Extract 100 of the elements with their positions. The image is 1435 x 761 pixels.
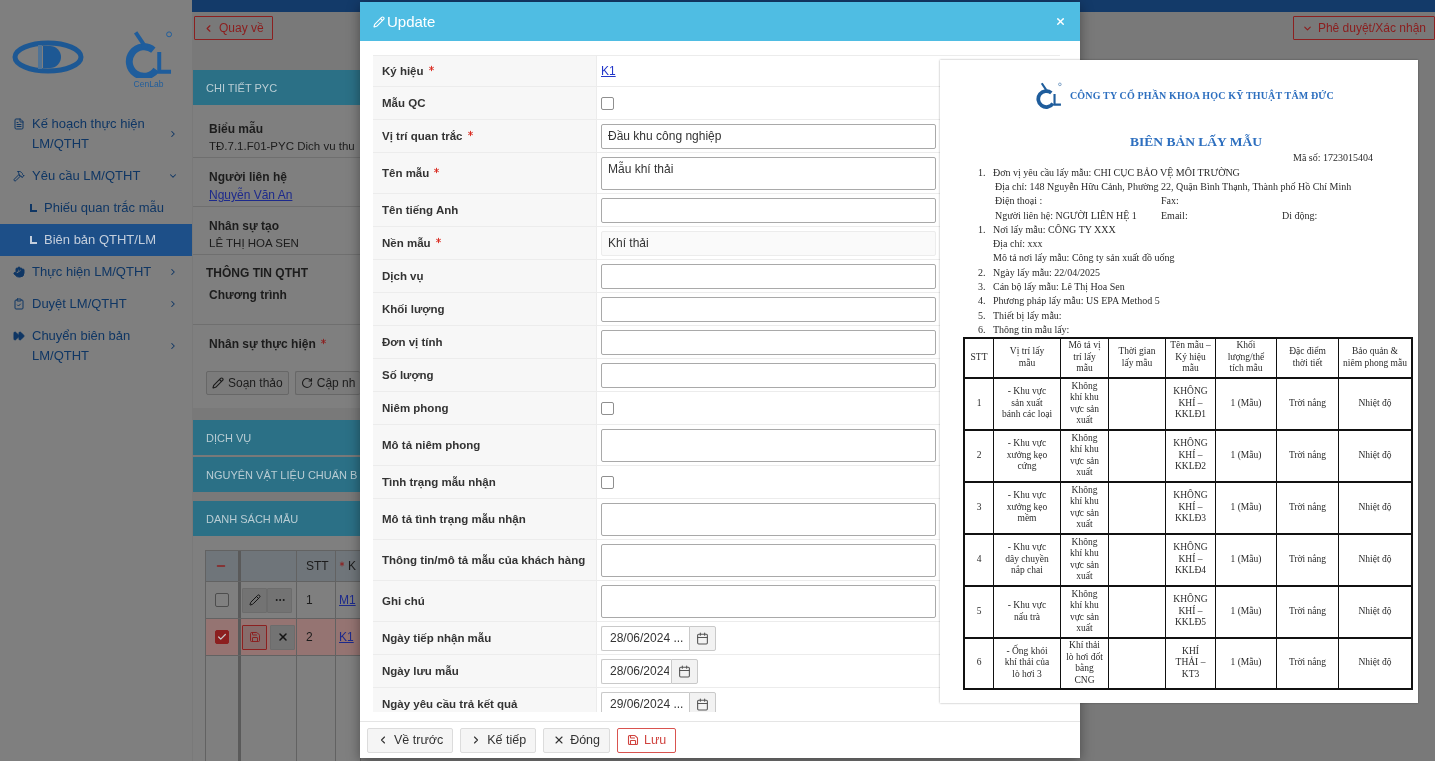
prev-button[interactable]: Về trước	[367, 727, 454, 753]
column-header: Tên mẫu – Ký hiệu mẫu	[1170, 340, 1211, 375]
hammer-icon	[13, 170, 25, 182]
menu-item[interactable]: Biên bản QTHT/LM	[0, 224, 192, 256]
menu-item[interactable]: Phiếu quan trắc mẫu	[0, 192, 192, 224]
section-header[interactable]: DANH SÁCH MẪU	[193, 501, 360, 536]
text-area[interactable]	[601, 429, 936, 462]
close-icon	[1054, 16, 1066, 27]
dialog-title: Update	[387, 12, 436, 31]
table-cell: Trời nắng	[1288, 501, 1327, 514]
document-code: Mã số: 1723015404	[1293, 151, 1374, 165]
checkbox[interactable]	[601, 96, 614, 110]
table-cell: Khí thải lò hơi đốt bằng CNG	[1066, 640, 1103, 687]
text-field[interactable]	[601, 197, 936, 223]
asterisk-icon	[433, 235, 443, 245]
save-button[interactable]	[242, 624, 267, 650]
calendar-button[interactable]	[689, 625, 716, 651]
approve-button[interactable]: Phê duyệt/Xác nhận	[1292, 16, 1435, 40]
text-field[interactable]	[601, 296, 936, 322]
text-area[interactable]	[601, 585, 936, 618]
checkbox[interactable]	[215, 630, 229, 644]
asterisk-icon	[318, 336, 328, 346]
menu-item[interactable]: Kế hoạch thực hiện LM/QTHT	[0, 108, 192, 160]
back-button[interactable]: Quay về	[194, 16, 273, 40]
date-field[interactable]: 28/06/2024 ...	[601, 625, 689, 651]
update-button[interactable]: Cập nh	[294, 371, 361, 395]
cancel-button[interactable]	[270, 624, 295, 650]
field-value: LÊ THỊ HOA SEN	[209, 236, 300, 251]
field-label: Mô tả tình trạng mẫu nhận	[382, 513, 526, 525]
menu-item[interactable]: Duyệt LM/QTHT	[0, 288, 192, 320]
list-number: 6.	[978, 323, 987, 335]
text-field[interactable]: Khí thải	[601, 230, 936, 256]
column-header: K	[348, 559, 356, 573]
detail-text: Địa chỉ: xxx	[993, 238, 1044, 250]
section-header[interactable]: CHI TIẾT PYC	[193, 70, 360, 105]
pencil-icon	[373, 15, 385, 28]
calendar-button[interactable]	[689, 691, 716, 712]
table-cell: 1 (Mẫu)	[1230, 449, 1262, 462]
save-button[interactable]: Lưu	[617, 727, 677, 753]
link[interactable]: K1	[601, 64, 616, 78]
table-cell: 3	[976, 501, 982, 514]
text-field[interactable]	[601, 329, 936, 355]
column-header: Thời gian lấy mẫu	[1117, 346, 1157, 370]
calendar-icon	[696, 631, 709, 645]
company-name: CÔNG TY CỔ PHẦN KHOA HỌC KỸ THUẬT TÂM ĐỨC	[1070, 89, 1334, 101]
sample-link[interactable]: M1	[339, 593, 356, 607]
calendar-button[interactable]	[671, 658, 698, 684]
text-area[interactable]	[601, 544, 936, 577]
date-field[interactable]: 29/06/2024 ...	[601, 691, 689, 712]
contact-link[interactable]: Nguyễn Văn An	[209, 188, 293, 202]
table-cell: 1 (Mẫu)	[1230, 397, 1262, 410]
table-cell: 2	[306, 630, 313, 644]
corner-icon	[30, 236, 37, 244]
date-field[interactable]: 28/06/2024	[601, 658, 671, 684]
table-cell: 2	[976, 449, 982, 462]
detail-text: Email:	[1161, 209, 1189, 221]
text-field[interactable]	[601, 362, 936, 388]
list-text: Cán bộ lấy mẫu: Lê Thị Hoa Sen	[993, 281, 1125, 292]
close-button[interactable]	[1054, 15, 1066, 28]
save-icon	[248, 631, 261, 643]
checkbox[interactable]	[215, 593, 229, 607]
column-header: STT	[970, 351, 988, 364]
field-label: Khối lượng	[382, 303, 445, 315]
menu-item[interactable]: Thực hiện LM/QTHT	[0, 256, 192, 288]
field-label: Ký hiệu	[382, 65, 424, 77]
field-label: Mẫu QC	[382, 97, 426, 109]
field-label: Mô tả niêm phong	[382, 439, 481, 451]
table-cell: - Khu vực sản xuất bánh các loại	[1001, 386, 1053, 421]
edit-button[interactable]: Soạn thảo	[206, 371, 289, 395]
next-button[interactable]: Kế tiếp	[460, 727, 537, 753]
sample-link[interactable]: K1	[339, 630, 354, 644]
field-label: Dịch vụ	[382, 270, 424, 282]
list-text: Ngày lấy mẫu: 22/04/2025	[993, 266, 1100, 278]
field-value: TĐ.7.1.F01-PYC Dich vu thu	[209, 139, 356, 154]
section-header[interactable]: NGUYÊN VẬT LIỆU CHUẨN B	[193, 457, 360, 492]
text-area[interactable]	[601, 503, 936, 536]
table-cell-text: - Khu vực xưởng kẹo mềm	[1005, 490, 1049, 525]
checkbox[interactable]	[601, 475, 614, 489]
table-cell-text: KHÔNG KHÍ – KKLĐ5	[1172, 594, 1209, 629]
fast-forward-icon	[13, 330, 25, 342]
text-field[interactable]	[601, 263, 936, 289]
checkbox[interactable]	[601, 401, 614, 415]
detail-text: Người liên hệ: NGƯỜI LIÊN HỆ 1	[995, 209, 1138, 221]
section-header[interactable]: DỊCH VỤ	[193, 420, 360, 455]
field-label: Ngày lưu mẫu	[382, 665, 459, 677]
close-button[interactable]: Đóng	[543, 727, 611, 753]
list-number: 4.	[978, 295, 987, 307]
table-cell: Nhiệt độ	[1358, 449, 1392, 462]
table-cell: 5	[976, 605, 982, 618]
field-label: Nhân sự tạo	[209, 218, 281, 234]
list-text: Nơi lấy mẫu: CÔNG TY XXX	[993, 223, 1116, 235]
text-area[interactable]: Mẫu khí thải	[601, 157, 936, 190]
table-cell: 1	[306, 593, 313, 607]
field-label: Nhân sự thực hiện	[209, 336, 316, 352]
menu-item[interactable]: Yêu cầu LM/QTHT	[0, 160, 192, 192]
table-cell: Nhiệt độ	[1358, 605, 1392, 618]
menu-item[interactable]: Chuyển biên bản LM/QTHT	[0, 320, 192, 372]
edit-button[interactable]	[242, 587, 267, 613]
table-cell-text: Không khí khu vực sản xuất	[1068, 432, 1101, 479]
text-field[interactable]: Đầu khu công nghiệp	[601, 123, 936, 149]
